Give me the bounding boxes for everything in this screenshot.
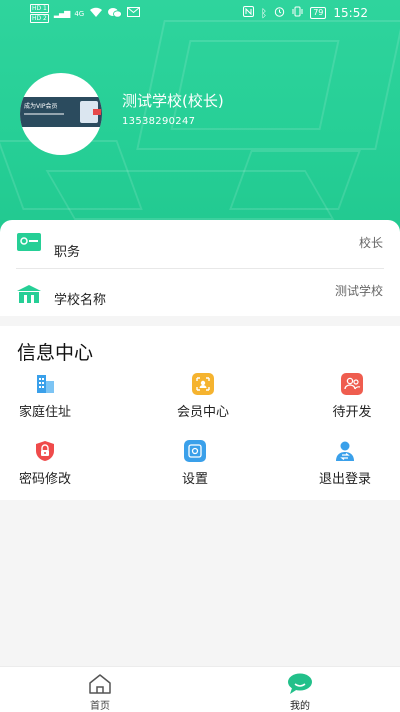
grid-item-pending[interactable]: 待开发 <box>307 373 397 423</box>
lock-shield-icon <box>34 440 56 462</box>
info-row-position[interactable]: 职务 校长 <box>0 220 400 268</box>
avatar[interactable]: 成为VIP会员 <box>20 73 102 155</box>
info-center-title: 信息中心 <box>17 342 94 364</box>
position-label: 职务 <box>54 245 81 260</box>
vip-banner-picture <box>80 101 101 123</box>
alarm-icon <box>274 6 285 20</box>
info-card: 职务 校长 学校名称 测试学校 <box>0 220 400 316</box>
vip-banner-image: 成为VIP会员 <box>20 97 102 127</box>
school-name-label: 学校名称 <box>54 293 107 308</box>
wechat-icon <box>108 7 123 21</box>
grid-label: 待开发 <box>332 405 372 420</box>
network-type-1: 4G <box>74 9 85 18</box>
grid-label: 密码修改 <box>18 472 71 487</box>
profile-name: 测试学校(校长) <box>122 92 224 110</box>
gear-icon <box>184 440 206 462</box>
tab-mine[interactable]: 我的 <box>240 667 360 712</box>
profile-phone: 13538290247 <box>122 116 196 127</box>
grid-label: 退出登录 <box>318 472 371 487</box>
id-card-icon <box>16 232 42 256</box>
tab-bar: 首页 我的 <box>0 666 400 712</box>
signal-icon: ▂▄▆ <box>53 9 71 18</box>
info-center: 信息中心 家庭住址 会员中心 待开发 密码修改 设置 退出登录 <box>0 326 400 500</box>
tab-mine-label: 我的 <box>290 701 310 712</box>
status-right: ᛒ 79 15:52 <box>242 6 368 20</box>
vip-banner-text: 成为VIP会员 <box>24 103 58 110</box>
sim-indicators: HD 1 HD 2 <box>30 4 49 23</box>
grid-label: 设置 <box>181 472 208 487</box>
member-card-icon <box>192 373 214 395</box>
grid-item-logout[interactable]: 退出登录 <box>300 440 390 490</box>
position-value: 校长 <box>358 236 383 250</box>
grid-label: 会员中心 <box>176 405 229 420</box>
empty-area <box>0 500 400 666</box>
bluetooth-icon: ᛒ <box>260 6 268 20</box>
building-icon <box>34 373 56 395</box>
info-row-school[interactable]: 学校名称 测试学校 <box>0 268 400 316</box>
nfc-icon <box>242 6 254 20</box>
tab-home-label: 首页 <box>90 701 110 712</box>
chat-person-icon <box>287 673 313 699</box>
sim2-badge: HD 2 <box>30 14 49 23</box>
blackboard-illustration <box>170 40 340 130</box>
user-switch-icon <box>334 440 356 462</box>
wifi-icon <box>89 7 103 21</box>
sim1-badge: HD 1 <box>30 4 49 13</box>
vip-banner-subline <box>24 113 64 115</box>
status-bar: HD 1 HD 2 ▂▄▆ 4G ᛒ 79 15:52 <box>0 0 400 26</box>
battery-icon: 79 <box>310 7 327 19</box>
grid-item-home-address[interactable]: 家庭住址 <box>0 373 90 423</box>
grid-item-member-center[interactable]: 会员中心 <box>158 373 248 423</box>
home-icon <box>88 673 112 699</box>
mail-icon <box>127 7 141 20</box>
floor-illustration <box>45 170 335 220</box>
tab-home[interactable]: 首页 <box>40 667 160 712</box>
school-building-icon <box>16 284 42 308</box>
grid-label: 家庭住址 <box>18 405 71 420</box>
status-left: HD 1 HD 2 ▂▄▆ 4G <box>30 4 141 23</box>
grid-item-settings[interactable]: 设置 <box>150 440 240 490</box>
clock: 15:52 <box>333 6 368 20</box>
grid-item-change-password[interactable]: 密码修改 <box>0 440 90 490</box>
people-icon <box>341 373 363 395</box>
vibrate-icon <box>292 6 303 20</box>
school-name-value: 测试学校 <box>334 284 383 298</box>
